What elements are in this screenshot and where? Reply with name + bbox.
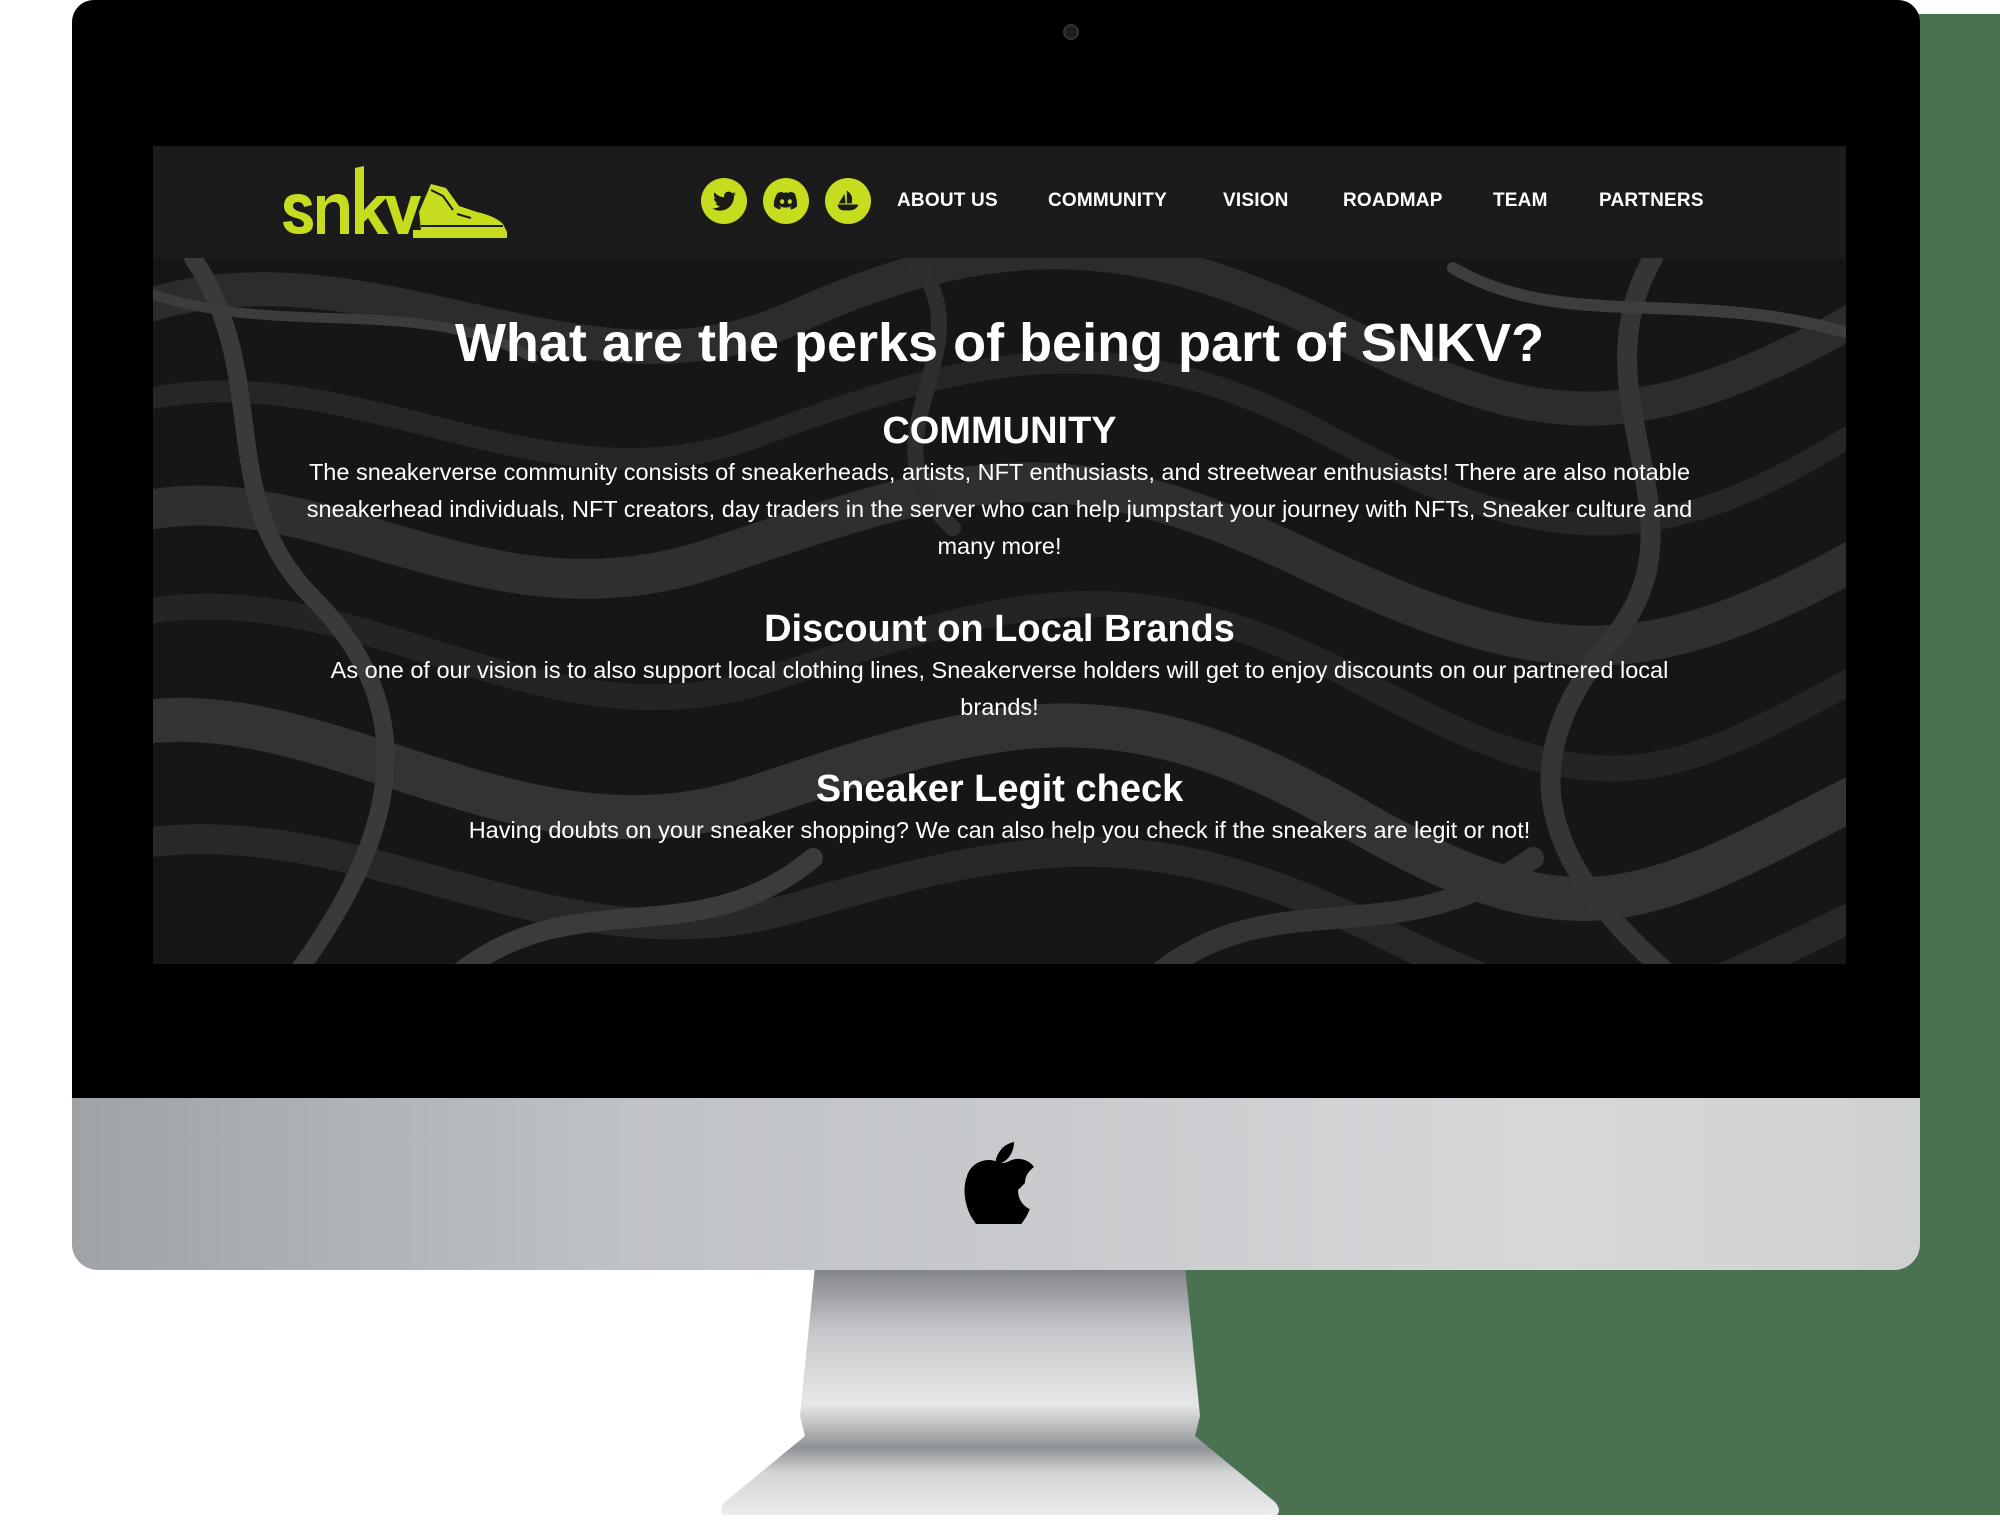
discord-icon [773, 191, 798, 210]
page-title: What are the perks of being part of SNKV… [454, 313, 1545, 373]
nav-vision[interactable]: VISION [1223, 188, 1289, 214]
website: ABOUT US COMMUNITY VISION ROADMAP TEAM P… [153, 146, 1846, 964]
monitor-stand [721, 1266, 1279, 1518]
nav-roadmap[interactable]: ROADMAP [1343, 188, 1443, 214]
nav-team[interactable]: TEAM [1493, 188, 1548, 214]
perks-section: What are the perks of being part of SNKV… [153, 258, 1846, 964]
backdrop-top-corner [1918, 0, 2000, 14]
perk-text-community: The sneakerverse community consists of s… [306, 459, 1693, 559]
monitor-screen: ABOUT US COMMUNITY VISION ROADMAP TEAM P… [153, 78, 1846, 1032]
nav-about-us[interactable]: ABOUT US [897, 188, 998, 214]
perk-title-legit-check: Sneaker Legit check [815, 768, 1184, 810]
navbar: ABOUT US COMMUNITY VISION ROADMAP TEAM P… [153, 146, 1846, 258]
perks-content: What are the perks of being part of SNKV… [153, 258, 1846, 964]
backdrop-bottom-right [1165, 1255, 2000, 1522]
backdrop-bottom [0, 1515, 2000, 1522]
perk-title-discount: Discount on Local Brands [764, 608, 1235, 650]
camera-icon [1063, 24, 1079, 40]
nav-partners[interactable]: PARTNERS [1599, 188, 1704, 214]
opensea-icon [837, 190, 859, 211]
perk-text-discount: As one of our vision is to also support … [330, 657, 1669, 720]
perk-title-community: COMMUNITY [882, 410, 1117, 452]
discord-button[interactable] [763, 178, 809, 224]
nav-community[interactable]: COMMUNITY [1048, 188, 1167, 214]
apple-icon [964, 1142, 1034, 1224]
twitter-button[interactable] [701, 178, 747, 224]
perk-text-legit-check: Having doubts on your sneaker shopping? … [468, 817, 1531, 843]
snkv-logo[interactable] [281, 166, 511, 240]
twitter-icon [712, 191, 737, 211]
opensea-button[interactable] [825, 178, 871, 224]
